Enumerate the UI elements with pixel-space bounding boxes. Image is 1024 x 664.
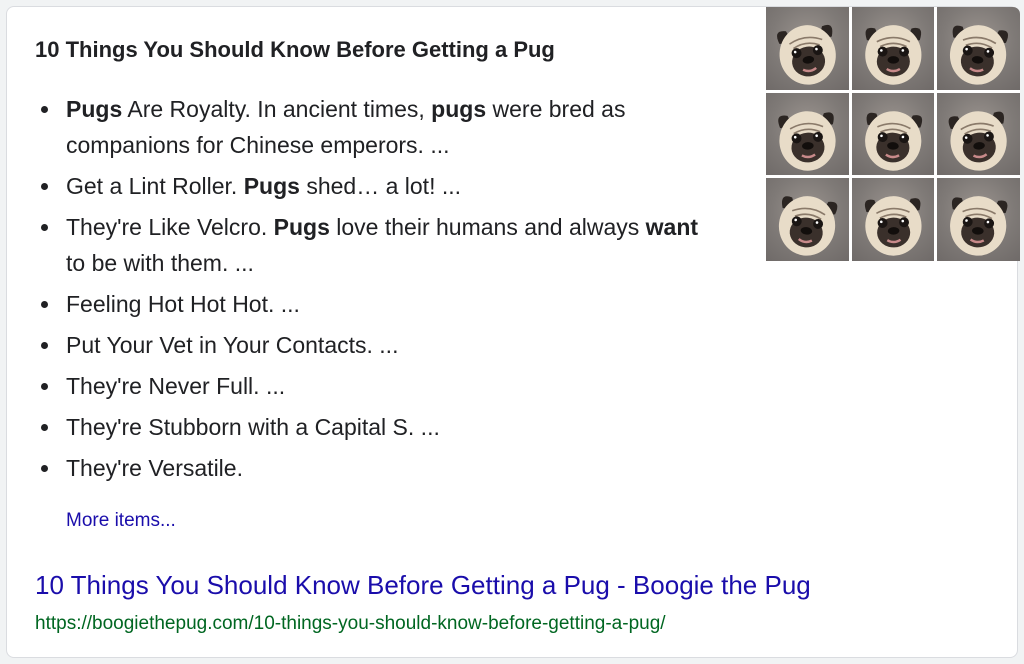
snippet-list-item: They're Like Velcro. Pugs love their hum… [35,209,715,281]
text: They're Like Velcro. [66,214,274,240]
pug-photo-tile[interactable] [851,7,935,90]
text: They're Stubborn with a Capital S. ... [66,414,440,440]
pug-face-icon [778,110,836,171]
text: Put Your Vet in Your Contacts. ... [66,332,399,358]
text: Feeling Hot Hot Hot. ... [66,291,300,317]
pug-image-grid[interactable] [766,7,1020,261]
pug-photo-tile[interactable] [766,178,849,261]
bold-text: Pugs [243,173,300,199]
snippet-list-item: Feeling Hot Hot Hot. ... [35,286,715,322]
text: They're Never Full. ... [66,373,286,399]
text: to be with them. ... [66,250,254,276]
pug-face-icon [949,110,1008,171]
pug-photo-tile[interactable] [766,7,849,90]
pug-face-icon [864,110,922,171]
pug-photo-tile[interactable] [851,92,935,176]
snippet-list-item: Get a Lint Roller. Pugs shed… a lot! ... [35,168,715,204]
text: love their humans and always [329,214,646,240]
pug-photo-tile[interactable] [937,178,1020,261]
text: Are Royalty. In ancient times, [122,96,432,122]
pug-face-icon [864,196,922,257]
bold-text: want [645,214,699,240]
pug-face-icon [950,196,1008,257]
pug-photo-tile[interactable] [937,7,1020,90]
text: Get a Lint Roller. [66,173,244,199]
bold-text: pugs [431,96,487,122]
pug-face-icon [864,25,922,85]
snippet-list-item: They're Versatile. [35,450,715,486]
pug-face-icon [950,25,1009,85]
snippet-list: Pugs Are Royalty. In ancient times, pugs… [35,91,715,491]
pug-photo-tile[interactable] [937,92,1020,176]
bold-text: Pugs [273,214,330,240]
snippet-list-item: They're Stubborn with a Capital S. ... [35,409,715,445]
snippet-list-item: They're Never Full. ... [35,368,715,404]
pug-photo-tile[interactable] [766,92,849,176]
pug-photo-tile[interactable] [851,178,935,261]
pug-face-icon [777,24,836,85]
result-title-link[interactable]: 10 Things You Should Know Before Getting… [35,570,811,601]
text: shed… a lot! ... [299,173,462,199]
snippet-heading: 10 Things You Should Know Before Getting… [35,37,555,62]
more-items-link[interactable]: More items... [66,510,176,532]
snippet-list-item: Pugs Are Royalty. In ancient times, pugs… [35,91,715,163]
text: They're Versatile. [66,455,243,481]
result-url: https://boogiethepug.com/10-things-you-s… [35,613,666,634]
featured-snippet-card: 10 Things You Should Know Before Getting… [6,6,1020,658]
pug-face-icon [778,196,838,256]
snippet-list-item: Put Your Vet in Your Contacts. ... [35,327,715,363]
bold-text: Pugs [66,96,123,122]
